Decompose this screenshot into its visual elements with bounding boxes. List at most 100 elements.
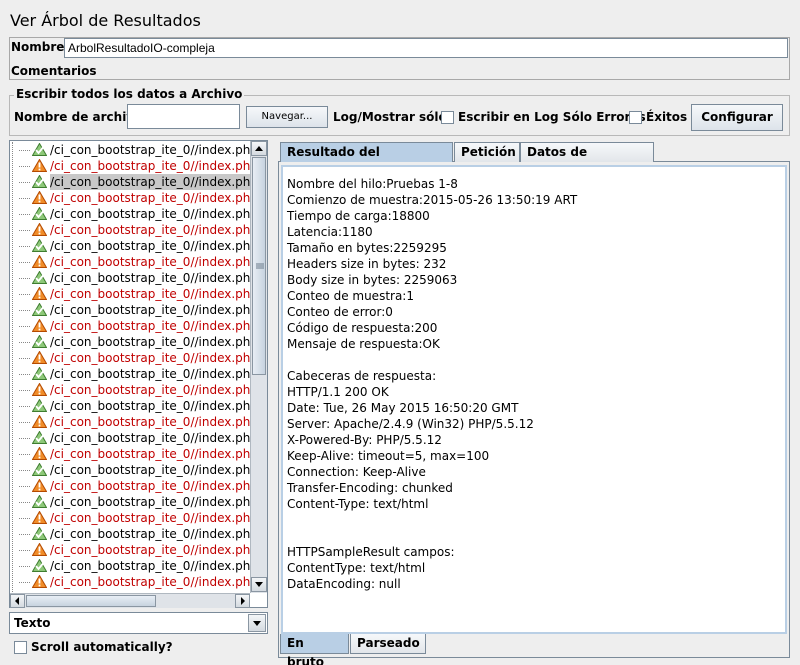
tree-item[interactable]: /ci_con_bootstrap_ite_0//index.php/e [10,174,250,190]
tab-raw[interactable]: En bruto [280,634,349,665]
autoscroll-label: Scroll automatically? [31,640,173,654]
tree-item[interactable]: /ci_con_bootstrap_ite_0//index.php/e [10,414,250,430]
configure-button[interactable]: Configurar [691,104,783,131]
hscroll-thumb[interactable] [26,595,156,607]
result-line: Server: Apache/2.4.9 (Win32) PHP/5.5.12 [287,417,534,431]
tree-item[interactable]: /ci_con_bootstrap_ite_0//index.php/e [10,158,250,174]
split-divider[interactable] [270,140,274,660]
tree-item[interactable]: /ci_con_bootstrap_ite_0//index.php/e [10,286,250,302]
tree-item[interactable]: /ci_con_bootstrap_ite_0//index.php/e [10,190,250,206]
tree-item[interactable]: /ci_con_bootstrap_ite_0//index.php/e [10,574,250,590]
result-line: Tiempo de carga:18800 [287,209,430,223]
tree-item-label: /ci_con_bootstrap_ite_0//index.php/e [50,223,250,237]
tree-connector [19,566,30,567]
tree-item-label: /ci_con_bootstrap_ite_0//index.php/e [50,174,250,190]
name-input[interactable] [64,38,788,58]
tree-item[interactable]: /ci_con_bootstrap_ite_0//index.php/e [10,334,250,350]
result-line: Connection: Keep-Alive [287,465,426,479]
tree-item-label: /ci_con_bootstrap_ite_0//index.php/e [50,319,250,333]
result-line: Mensaje de respuesta:OK [287,337,440,351]
tab-request[interactable]: Petición [454,142,520,162]
tree-horizontal-scrollbar[interactable] [10,593,250,608]
tree-connector [19,454,30,455]
tree-item[interactable]: /ci_con_bootstrap_ite_0//index.php/e [10,430,250,446]
tree-item[interactable]: /ci_con_bootstrap_ite_0//index.php/e [10,350,250,366]
tree-item[interactable]: /ci_con_bootstrap_ite_0//index.php/e [10,318,250,334]
errors-only-label: Escribir en Log Sólo Errores [458,110,646,124]
tree-item[interactable]: /ci_con_bootstrap_ite_0//index.php/e [10,494,250,510]
tab-response-data[interactable]: Datos de Respuesta [520,142,654,178]
success-checkbox[interactable] [629,111,642,124]
file-section-legend: Escribir todos los datos a Archivo [14,87,245,101]
tree-connector [19,390,30,391]
result-line: Comienzo de muestra:2015-05-26 13:50:19 … [287,193,578,207]
tree-connector [19,502,30,503]
tree-connector [19,534,30,535]
warning-icon [32,159,47,172]
tree-item-label: /ci_con_bootstrap_ite_0//index.php/e [50,527,250,541]
autoscroll-checkbox[interactable] [14,641,27,654]
result-line: Date: Tue, 26 May 2015 16:50:20 GMT [287,401,519,415]
tree-item[interactable]: /ci_con_bootstrap_ite_0//index.php/e [10,558,250,574]
browse-button[interactable]: Navegar... [246,106,328,128]
success-icon [32,143,47,156]
tree-item[interactable]: /ci_con_bootstrap_ite_0//index.php/e [10,446,250,462]
filename-input[interactable] [127,104,240,129]
tree-connector [19,550,30,551]
success-label: Éxitos [646,110,688,124]
scroll-down-button[interactable] [251,577,267,592]
success-icon [32,303,47,316]
tree-item[interactable]: /ci_con_bootstrap_ite_0//index.php/e [10,238,250,254]
scroll-thumb[interactable] [252,157,266,375]
result-line: HTTPSampleResult campos: [287,545,455,559]
tree-connector [19,198,30,199]
success-icon [32,335,47,348]
errors-only-checkbox[interactable] [441,111,454,124]
renderer-dropdown-button[interactable] [248,614,266,632]
tree-vertical-scrollbar[interactable] [250,141,267,593]
result-line: Body size in bytes: 2259063 [287,273,458,287]
tree-item[interactable]: /ci_con_bootstrap_ite_0//index.php/e [10,478,250,494]
tree-item[interactable]: /ci_con_bootstrap_ite_0//index.php/e [10,366,250,382]
tab-parsed[interactable]: Parseado [350,634,426,654]
tree-connector [19,278,30,279]
tree-connector [19,230,30,231]
tree-item-label: /ci_con_bootstrap_ite_0//index.php/e [50,511,250,525]
tree-item[interactable]: /ci_con_bootstrap_ite_0//index.php/e [10,222,250,238]
result-line: DataEncoding: null [287,577,401,591]
scroll-right-button[interactable] [235,594,250,608]
result-line: Tamaño en bytes:2259295 [287,241,447,255]
result-line: Conteo de error:0 [287,305,393,319]
success-icon [32,271,47,284]
tree-item[interactable]: /ci_con_bootstrap_ite_0//index.php/e [10,382,250,398]
tree-item[interactable]: /ci_con_bootstrap_ite_0//index.php/e [10,542,250,558]
tree-item[interactable]: /ci_con_bootstrap_ite_0//index.php/e [10,206,250,222]
tree-item[interactable]: /ci_con_bootstrap_ite_0//index.php/e [10,398,250,414]
sampler-result-text[interactable]: Nombre del hilo:Pruebas 1-8 Comienzo de m… [281,165,787,634]
tree-connector [19,326,30,327]
tree-item-label: /ci_con_bootstrap_ite_0//index.php/e [50,367,250,381]
tree-item[interactable]: /ci_con_bootstrap_ite_0//index.php/e [10,526,250,542]
scroll-up-button[interactable] [251,141,267,156]
renderer-select[interactable]: Texto [9,612,268,634]
warning-icon [32,575,47,588]
tree-item-label: /ci_con_bootstrap_ite_0//index.php/e [50,479,250,493]
filename-label: Nombre de archivo [14,110,143,124]
scroll-left-button[interactable] [10,594,25,608]
tree-item[interactable]: /ci_con_bootstrap_ite_0//index.php/e [10,462,250,478]
tree-item[interactable]: /ci_con_bootstrap_ite_0//index.php/e [10,254,250,270]
tree-item-label: /ci_con_bootstrap_ite_0//index.php/e [50,207,250,221]
tree-item-label: /ci_con_bootstrap_ite_0//index.php/e [50,399,250,413]
success-icon [32,431,47,444]
tree-item[interactable]: /ci_con_bootstrap_ite_0//index.php/e [10,142,250,158]
result-line: Headers size in bytes: 232 [287,257,447,271]
tree-item[interactable]: /ci_con_bootstrap_ite_0//index.php/e [10,302,250,318]
tree-connector [19,150,30,151]
success-icon [32,495,47,508]
tree-item[interactable]: /ci_con_bootstrap_ite_0//index.php/e [10,510,250,526]
tree-item[interactable]: /ci_con_bootstrap_ite_0//index.php/e [10,270,250,286]
success-icon [32,463,47,476]
tab-sampler-result[interactable]: Resultado del Muestreador [280,142,453,178]
result-line: ContentType: text/html [287,561,426,575]
success-icon [32,559,47,572]
